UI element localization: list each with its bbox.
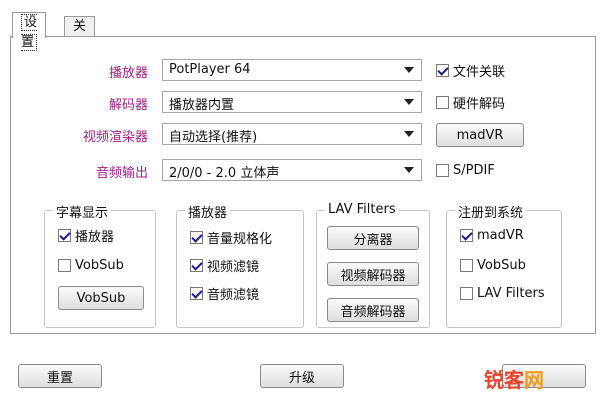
lav-filters-group-title: LAV Filters (325, 202, 399, 217)
player-select-value: PotPlayer 64 (169, 62, 251, 77)
checkbox-box (460, 286, 473, 300)
register-madvr-label: madVR (477, 227, 524, 243)
checkbox-box (58, 228, 71, 242)
chevron-down-icon (401, 62, 417, 78)
chevron-down-icon (401, 162, 417, 178)
subtitle-group-title: 字幕显示 (53, 202, 112, 221)
renderer-select-value: 自动选择(推荐) (169, 130, 258, 145)
audio-output-select-value: 2/0/0 - 2.0 立体声 (169, 166, 280, 181)
renderer-label: 视频渲染器 (82, 130, 148, 145)
checkbox-box (58, 258, 71, 272)
madvr-button[interactable]: madVR (436, 123, 524, 147)
player-group-title: 播放器 (185, 202, 231, 221)
register-madvr-checkbox[interactable]: madVR (460, 226, 524, 244)
checkbox-box (190, 258, 203, 272)
player-select[interactable]: PotPlayer 64 (162, 59, 422, 81)
splitter-button[interactable]: 分离器 (327, 226, 419, 250)
decoder-select[interactable]: 播放器内置 (162, 91, 422, 113)
video-filter-label: 视频滤镜 (207, 259, 260, 275)
chevron-down-icon (401, 94, 417, 110)
subtitle-vobsub-label: VobSub (75, 257, 124, 273)
renderer-select[interactable]: 自动选择(推荐) (162, 123, 422, 145)
decoder-label: 解码器 (108, 98, 148, 113)
watermark-text-red: 锐客 (484, 368, 524, 392)
tab-about[interactable]: 关于 (64, 16, 96, 54)
audio-output-label: 音频输出 (95, 166, 148, 181)
checkbox-box (190, 286, 203, 300)
checkbox-box (460, 258, 473, 272)
chevron-down-icon (401, 126, 417, 142)
audio-output-select[interactable]: 2/0/0 - 2.0 立体声 (162, 159, 422, 181)
video-filter-checkbox[interactable]: 视频滤镜 (190, 256, 260, 275)
hardware-decode-label: 硬件解码 (453, 96, 506, 112)
audio-decoder-button[interactable]: 音频解码器 (327, 298, 419, 322)
audio-filter-checkbox[interactable]: 音频滤镜 (190, 284, 260, 303)
register-lav-filters-label: LAV Filters (477, 285, 545, 301)
audio-filter-label: 音频滤镜 (207, 287, 260, 303)
file-association-label: 文件关联 (453, 64, 506, 80)
watermark-logo: 锐客网 (484, 364, 544, 393)
watermark-text-orange: 网 (524, 368, 544, 392)
register-lav-filters-checkbox[interactable]: LAV Filters (460, 284, 545, 302)
spdif-checkbox[interactable]: S/PDIF (436, 161, 495, 179)
checkbox-box (436, 95, 449, 109)
tab-settings[interactable]: 设置 (12, 12, 47, 51)
file-association-checkbox[interactable]: 文件关联 (436, 61, 506, 80)
volume-normalize-checkbox[interactable]: 音量规格化 (190, 228, 273, 247)
subtitle-player-checkbox[interactable]: 播放器 (58, 226, 115, 245)
tab-settings-label: 设置 (21, 14, 38, 51)
vobsub-button[interactable]: VobSub (58, 286, 144, 310)
hardware-decode-checkbox[interactable]: 硬件解码 (436, 93, 506, 112)
subtitle-vobsub-checkbox[interactable]: VobSub (58, 256, 124, 274)
volume-normalize-label: 音量规格化 (207, 231, 273, 247)
register-group-title: 注册到系统 (455, 202, 527, 221)
register-vobsub-label: VobSub (477, 257, 526, 273)
subtitle-player-label: 播放器 (75, 229, 115, 245)
checkbox-box (190, 230, 203, 244)
spdif-label: S/PDIF (453, 162, 495, 178)
player-label: 播放器 (108, 66, 148, 81)
reset-button[interactable]: 重置 (18, 364, 102, 388)
register-vobsub-checkbox[interactable]: VobSub (460, 256, 526, 274)
upgrade-button[interactable]: 升级 (260, 364, 344, 388)
decoder-select-value: 播放器内置 (169, 98, 235, 113)
video-decoder-button[interactable]: 视频解码器 (327, 262, 419, 286)
checkbox-box (436, 63, 449, 77)
checkbox-box (460, 228, 473, 242)
checkbox-box (436, 163, 449, 177)
